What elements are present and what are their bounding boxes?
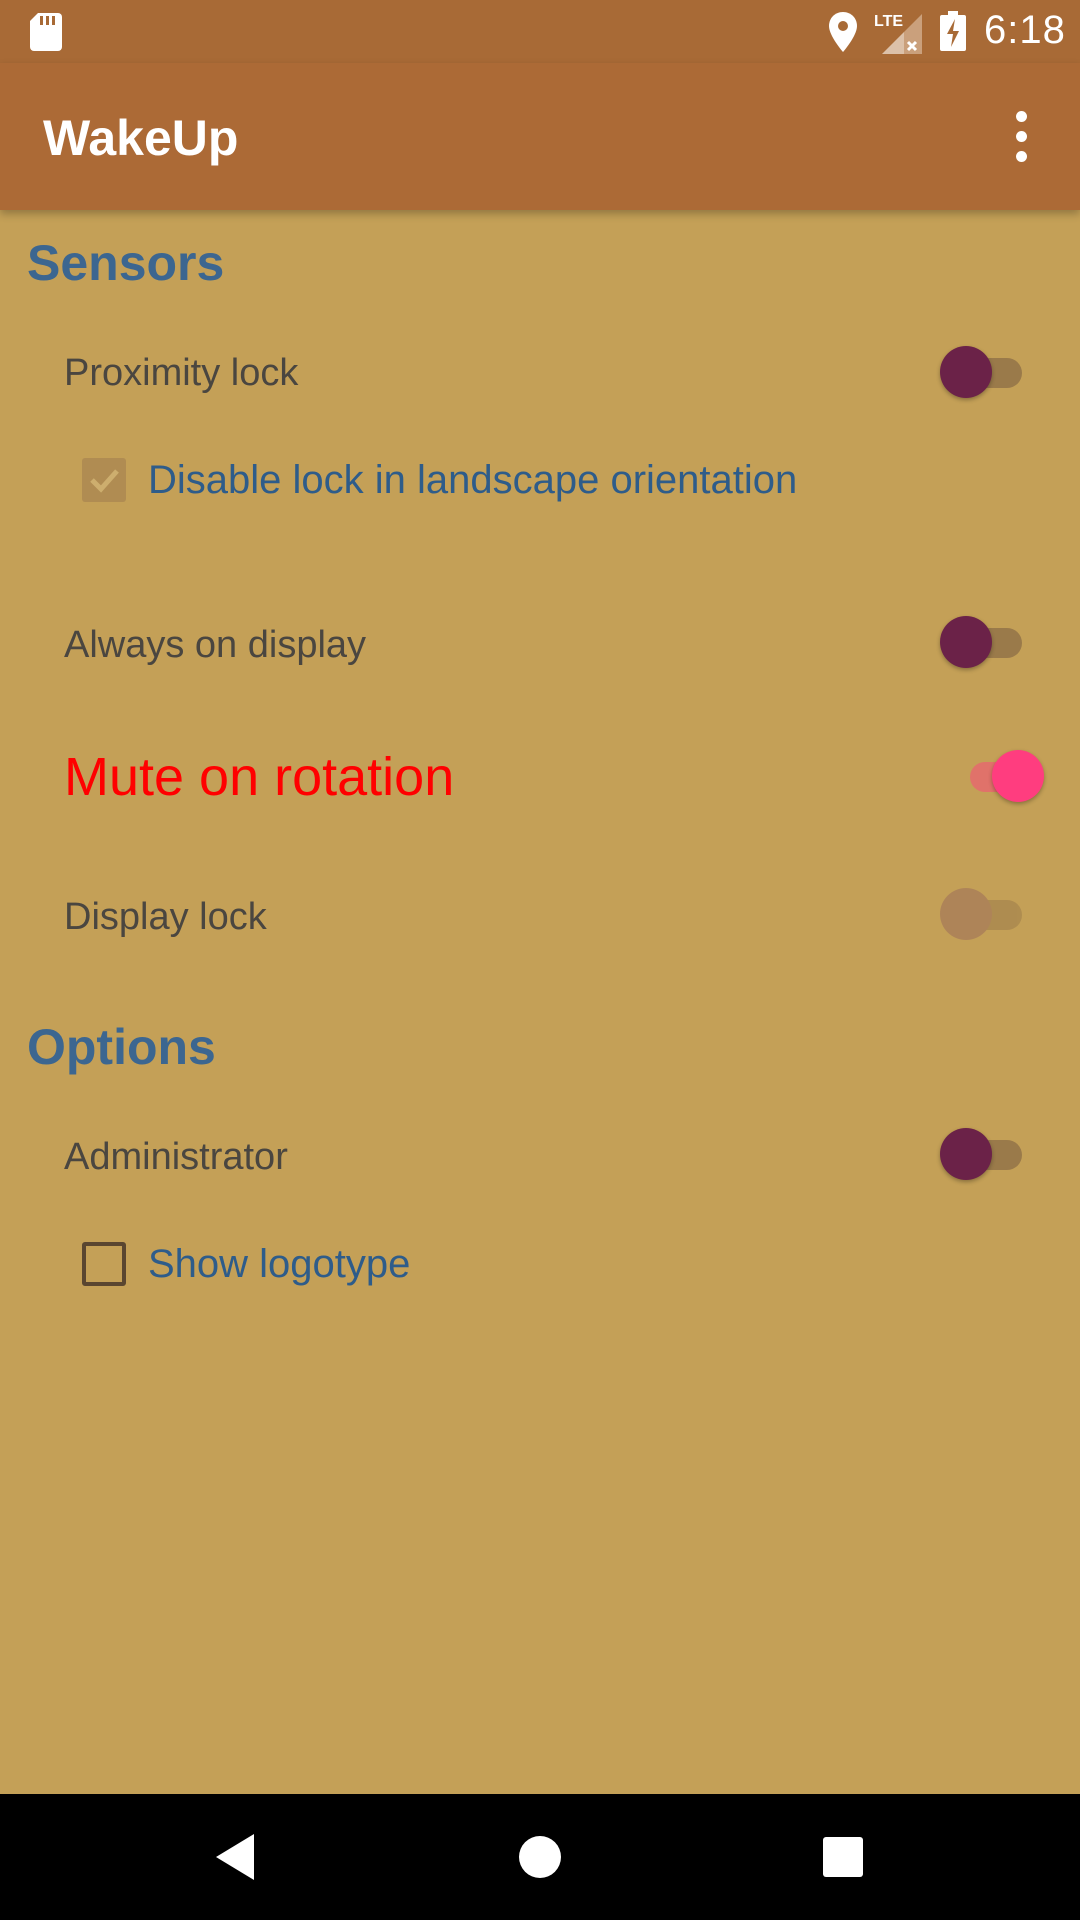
pref-row-display-lock[interactable]: Display lock: [0, 862, 1080, 968]
back-icon[interactable]: [200, 1822, 270, 1892]
pref-row-administrator[interactable]: Administrator: [0, 1102, 1080, 1208]
status-time: 6:18: [984, 8, 1066, 52]
battery-charging-icon: [940, 11, 966, 51]
always-on-display-switch[interactable]: [940, 614, 1030, 670]
navigation-bar: [0, 1794, 1080, 1920]
display-lock-switch[interactable]: [940, 886, 1030, 942]
pref-row-show-logotype[interactable]: Show logotype: [0, 1218, 1080, 1314]
pref-label-mute-on-rotation: Mute on rotation: [64, 747, 455, 807]
app-bar: WakeUp: [0, 63, 1080, 210]
pref-row-disable-landscape-lock[interactable]: Disable lock in landscape orientation: [0, 434, 1080, 530]
show-logotype-label: Show logotype: [148, 1242, 411, 1286]
pref-row-proximity-lock[interactable]: Proximity lock: [0, 320, 1080, 424]
recents-icon[interactable]: [808, 1822, 878, 1892]
proximity-lock-switch[interactable]: [940, 344, 1030, 400]
lte-signal-icon: LTE: [874, 13, 922, 54]
pref-label-proximity-lock: Proximity lock: [64, 352, 299, 394]
app-title: WakeUp: [43, 110, 239, 166]
pref-label-always-on-display: Always on display: [64, 624, 367, 666]
disable-landscape-lock-checkbox[interactable]: [82, 458, 126, 502]
show-logotype-checkbox[interactable]: [82, 1242, 126, 1286]
mute-on-rotation-switch[interactable]: [962, 748, 1052, 804]
administrator-switch[interactable]: [940, 1126, 1030, 1182]
pref-row-mute-on-rotation[interactable]: Mute on rotation: [0, 710, 1080, 840]
more-vert-icon[interactable]: [1000, 107, 1044, 167]
sd-card-icon: [30, 13, 62, 51]
pref-label-display-lock: Display lock: [64, 896, 267, 938]
preferences-list: Sensors Proximity lock Disable lock in l…: [0, 210, 1080, 1794]
lte-label: LTE: [874, 13, 903, 30]
home-icon[interactable]: [505, 1822, 575, 1892]
status-bar: LTE 6:18: [0, 0, 1080, 63]
pref-row-always-on-display[interactable]: Always on display: [0, 590, 1080, 696]
section-header-options: Options: [27, 1019, 216, 1075]
pref-label-administrator: Administrator: [64, 1136, 288, 1178]
disable-landscape-lock-label: Disable lock in landscape orientation: [148, 458, 798, 502]
location-icon: [829, 12, 857, 52]
check-icon: [90, 469, 119, 493]
section-header-sensors: Sensors: [27, 235, 225, 291]
